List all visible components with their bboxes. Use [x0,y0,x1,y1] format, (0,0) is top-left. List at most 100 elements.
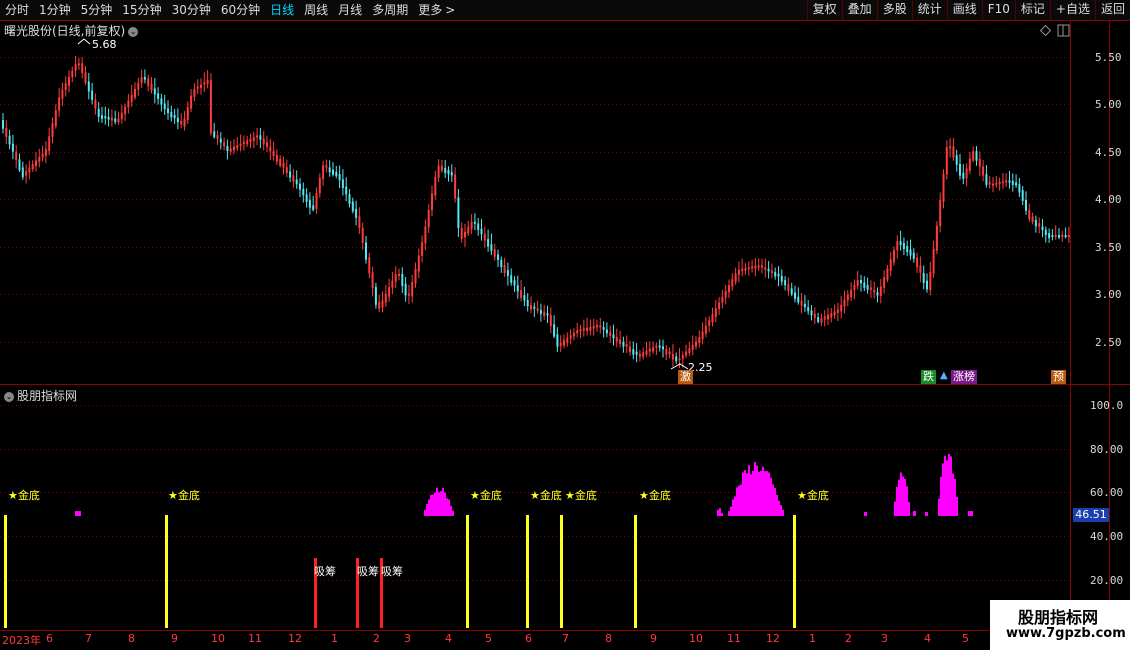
candle-body [1054,235,1057,237]
candle-body [523,295,526,301]
candle-body [437,165,440,178]
diamond-icon[interactable] [1039,24,1052,37]
candle-body [444,167,447,173]
candle-body [2,120,4,129]
candle-body [569,335,572,339]
candle-body [652,347,655,352]
candle-body [777,273,780,277]
histogram-bar [436,487,438,516]
candle-body [490,244,493,251]
candle-body [658,345,661,348]
candle-body [556,334,559,347]
gold-signal-bar [466,515,469,628]
histogram-bar [954,478,956,516]
gold-signal-bar [4,515,7,628]
candle-body [757,265,760,268]
candle-body [846,294,849,301]
candle-body [312,205,315,211]
candle-body [655,345,658,348]
candle-body [110,117,113,121]
candle-body [431,193,433,211]
candle-body [322,165,325,180]
indicator-name: 股朋指标网 [17,389,78,403]
candle-body [662,346,664,350]
candle-body [982,166,985,176]
candle-body [589,326,592,331]
candle-body [836,309,839,313]
candle-body [807,307,810,312]
histogram-bar [782,509,784,516]
histogram-bar [768,472,770,516]
candle-body [1005,180,1008,183]
candle-body [701,331,704,340]
histogram-bar [760,470,762,516]
ji-badge[interactable]: 激 [678,370,693,384]
candle-body [246,140,249,145]
candle-body [31,164,34,170]
candle-body [770,270,773,274]
histogram-bar [894,501,896,516]
candle-body [398,273,400,276]
candle-body [566,337,569,343]
histogram-bar [906,486,908,516]
candle-body [681,354,684,359]
candle-body [586,327,589,331]
histogram-bar [426,503,428,516]
x-axis-label: 6 [525,632,532,645]
candle-body [242,141,245,144]
yu-badge[interactable]: 预 [1051,370,1066,384]
histogram-bar [764,471,766,516]
candle-body [932,248,935,274]
histogram-bar [717,509,719,516]
candle-body [615,336,618,342]
candle-body [879,286,882,296]
x-axis-label: 2 [845,632,852,645]
candle-body [704,325,707,334]
candle-body [992,183,994,186]
x-axis-label: 8 [605,632,612,645]
candle-body [427,210,430,228]
x-axis-label: 2 [373,632,380,645]
histogram-bar [738,485,740,516]
die-badge[interactable]: 跌 [921,370,936,384]
chevron-down-icon[interactable]: ⌄ [128,26,139,37]
candle-body [183,118,186,127]
indicator-tick: 20.00 [1090,574,1124,587]
candle-body [213,131,216,138]
candle-body [64,83,67,90]
candle-body [470,221,473,229]
candle-body [8,135,11,145]
candle-body [279,159,282,167]
watermark-url: www.7gpzb.com [1006,626,1126,641]
watermark-logo: 股朋指标网 www.7gpzb.com [990,600,1130,650]
histogram-bar [434,492,436,516]
candle-body [252,136,255,141]
chart-canvas[interactable] [0,0,1130,650]
candle-body [256,135,259,138]
histogram-bar [428,499,430,516]
candle-body [249,138,252,142]
candle-body [464,231,466,238]
candle-body [988,181,991,185]
candle-body [549,314,552,327]
x-axis-label: 4 [445,632,452,645]
candle-body [711,314,714,323]
candle-body [721,296,724,303]
candle-body [916,257,919,268]
candle-body [1015,182,1018,186]
candle-body [817,317,820,322]
candle-body [407,293,410,296]
candle-body [906,246,909,253]
histogram-bar [444,492,446,516]
zhangbang-badge[interactable]: 涨榜 [951,370,977,384]
histogram-bar [424,510,426,516]
candle-body [282,163,285,168]
candle-body [87,81,90,92]
candle-body [850,289,853,298]
candle-body [272,150,275,157]
x-axis-label: 1 [331,632,338,645]
candle-body [520,290,523,298]
candle-body [351,201,354,212]
chevron-down-icon[interactable]: ⌄ [4,391,14,402]
candle-body [421,242,424,256]
